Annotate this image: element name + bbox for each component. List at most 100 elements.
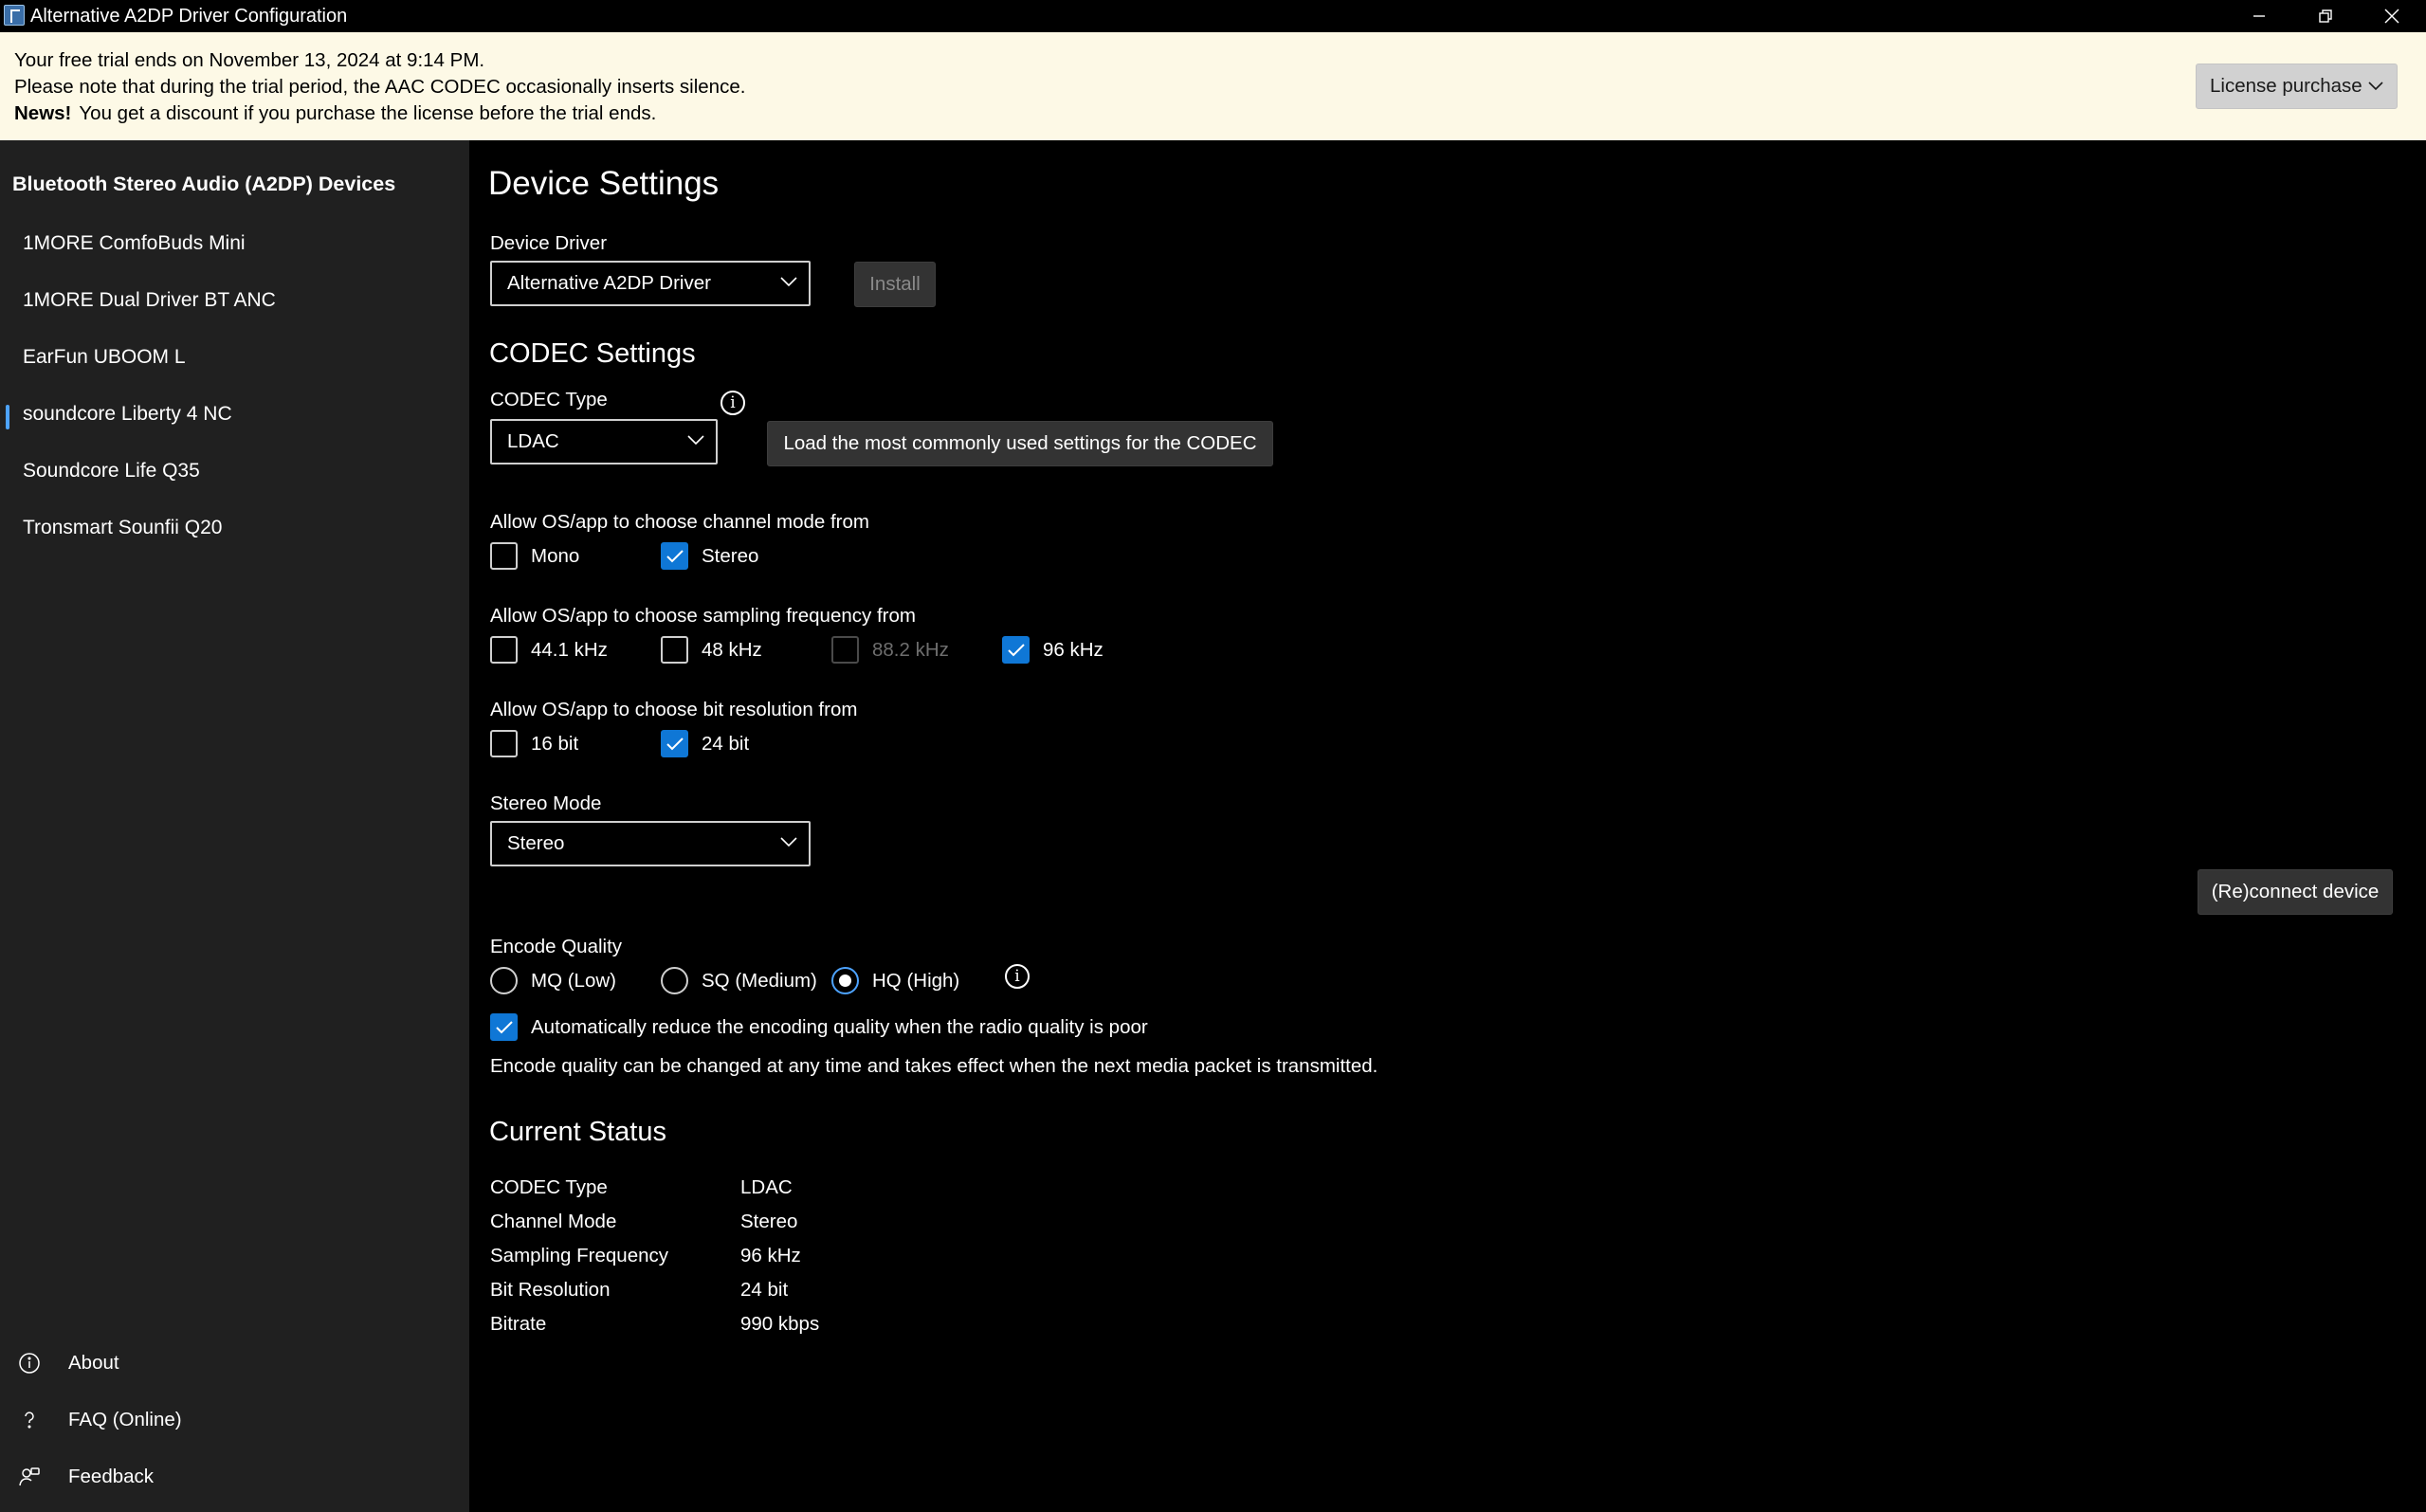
status-key-bitrate: Bitrate bbox=[490, 1313, 547, 1335]
minimize-button[interactable] bbox=[2226, 0, 2292, 32]
checkbox-box bbox=[661, 636, 688, 664]
checkmark-icon bbox=[1002, 636, 1030, 664]
chevron-down-icon bbox=[780, 837, 797, 847]
quality-sq-radio[interactable]: SQ (Medium) bbox=[661, 967, 817, 994]
encode-quality-note: Encode quality can be changed at any tim… bbox=[490, 1055, 1378, 1077]
freq-44-1-checkbox[interactable]: 44.1 kHz bbox=[490, 636, 608, 664]
status-value-codec: LDAC bbox=[740, 1176, 793, 1198]
window-title: Alternative A2DP Driver Configuration bbox=[30, 6, 348, 27]
status-key-codec: CODEC Type bbox=[490, 1176, 608, 1198]
device-item-life-q35[interactable]: Soundcore Life Q35 bbox=[0, 443, 469, 500]
bit-resolution-label: Allow OS/app to choose bit resolution fr… bbox=[490, 699, 858, 720]
close-icon bbox=[2384, 9, 2399, 24]
codec-type-label: CODEC Type bbox=[490, 389, 608, 410]
about-label: About bbox=[68, 1352, 119, 1374]
stereo-checkbox[interactable]: Stereo bbox=[661, 542, 758, 570]
license-purchase-button[interactable]: License purchase bbox=[2196, 64, 2398, 109]
stereo-mode-select[interactable]: Stereo bbox=[490, 821, 811, 866]
status-value-channel: Stereo bbox=[740, 1211, 798, 1232]
stereo-mode-value: Stereo bbox=[507, 832, 565, 854]
checkbox-box bbox=[490, 730, 518, 757]
close-button[interactable] bbox=[2359, 0, 2425, 32]
device-settings-title: Device Settings bbox=[488, 165, 720, 202]
radio-circle-selected bbox=[831, 967, 859, 994]
mono-label: Mono bbox=[531, 544, 580, 567]
codec-settings-title: CODEC Settings bbox=[489, 338, 696, 369]
quality-mq-label: MQ (Low) bbox=[531, 969, 616, 992]
install-button[interactable]: Install bbox=[854, 262, 936, 307]
channel-mode-label: Allow OS/app to choose channel mode from bbox=[490, 511, 869, 533]
status-value-bit-resolution: 24 bit bbox=[740, 1279, 789, 1301]
device-driver-select[interactable]: Alternative A2DP Driver bbox=[490, 261, 811, 306]
quality-hq-label: HQ (High) bbox=[872, 969, 960, 992]
restore-icon bbox=[2319, 9, 2332, 23]
device-item-liberty-4-nc[interactable]: soundcore Liberty 4 NC bbox=[0, 386, 469, 443]
freq-88-2-label: 88.2 kHz bbox=[872, 638, 949, 661]
quality-mq-radio[interactable]: MQ (Low) bbox=[490, 967, 616, 994]
chevron-down-icon bbox=[780, 277, 797, 287]
radio-circle bbox=[490, 967, 518, 994]
info-icon bbox=[17, 1351, 42, 1375]
trial-banner: Your free trial ends on November 13, 202… bbox=[0, 32, 2426, 140]
codec-info-icon[interactable]: i bbox=[721, 391, 745, 415]
restore-button[interactable] bbox=[2292, 0, 2359, 32]
device-driver-value: Alternative A2DP Driver bbox=[507, 272, 711, 294]
reconnect-device-button[interactable]: (Re)connect device bbox=[2198, 869, 2393, 915]
trial-end-text: Your free trial ends on November 13, 202… bbox=[14, 49, 485, 71]
device-item-dual-driver[interactable]: 1MORE Dual Driver BT ANC bbox=[0, 272, 469, 329]
freq-48-label: 48 kHz bbox=[702, 638, 762, 661]
load-codec-defaults-button[interactable]: Load the most commonly used settings for… bbox=[767, 421, 1273, 466]
auto-reduce-label: Automatically reduce the encoding qualit… bbox=[531, 1015, 1148, 1038]
device-label: Soundcore Life Q35 bbox=[23, 460, 200, 482]
status-value-bitrate: 990 kbps bbox=[740, 1313, 820, 1335]
minimize-icon bbox=[2253, 15, 2265, 17]
device-label: soundcore Liberty 4 NC bbox=[23, 403, 232, 425]
help-icon bbox=[17, 1408, 42, 1432]
freq-96-checkbox[interactable]: 96 kHz bbox=[1002, 636, 1104, 664]
freq-44-1-label: 44.1 kHz bbox=[531, 638, 608, 661]
bit-16-checkbox[interactable]: 16 bit bbox=[490, 730, 578, 757]
title-bar: Alternative A2DP Driver Configuration bbox=[0, 0, 2426, 32]
about-link[interactable]: About bbox=[0, 1335, 469, 1392]
auto-reduce-quality-checkbox[interactable]: Automatically reduce the encoding qualit… bbox=[490, 1013, 1148, 1041]
sampling-frequency-label: Allow OS/app to choose sampling frequenc… bbox=[490, 605, 916, 627]
device-driver-label: Device Driver bbox=[490, 232, 608, 254]
mono-checkbox[interactable]: Mono bbox=[490, 542, 579, 570]
freq-48-checkbox[interactable]: 48 kHz bbox=[661, 636, 762, 664]
encode-info-icon[interactable]: i bbox=[1005, 964, 1030, 989]
feedback-label: Feedback bbox=[68, 1466, 155, 1487]
bit-24-label: 24 bit bbox=[702, 732, 750, 755]
device-item-uboom-l[interactable]: EarFun UBOOM L bbox=[0, 329, 469, 386]
quality-hq-radio[interactable]: HQ (High) bbox=[831, 967, 959, 994]
current-status-title: Current Status bbox=[489, 1117, 666, 1147]
device-label: 1MORE ComfoBuds Mini bbox=[23, 232, 246, 254]
chevron-down-icon bbox=[2368, 82, 2383, 91]
encode-quality-label: Encode Quality bbox=[490, 936, 623, 957]
faq-label: FAQ (Online) bbox=[68, 1409, 182, 1430]
license-purchase-label: License purchase bbox=[2210, 75, 2362, 97]
chevron-down-icon bbox=[687, 435, 704, 446]
status-value-sampling: 96 kHz bbox=[740, 1245, 801, 1266]
quality-sq-label: SQ (Medium) bbox=[702, 969, 817, 992]
checkmark-icon bbox=[661, 730, 688, 757]
devices-heading: Bluetooth Stereo Audio (A2DP) Devices bbox=[12, 173, 396, 195]
sidebar: Bluetooth Stereo Audio (A2DP) Devices 1M… bbox=[0, 140, 469, 1512]
checkmark-icon bbox=[490, 1013, 518, 1041]
device-label: EarFun UBOOM L bbox=[23, 346, 186, 368]
device-item-sounfii-q20[interactable]: Tronsmart Sounfii Q20 bbox=[0, 500, 469, 556]
status-key-bit-resolution: Bit Resolution bbox=[490, 1279, 611, 1301]
checkbox-box bbox=[490, 636, 518, 664]
bit-24-checkbox[interactable]: 24 bit bbox=[661, 730, 749, 757]
faq-link[interactable]: FAQ (Online) bbox=[0, 1392, 469, 1448]
stereo-mode-label: Stereo Mode bbox=[490, 792, 602, 814]
freq-88-2-checkbox: 88.2 kHz bbox=[831, 636, 949, 664]
device-item-comfobuds-mini[interactable]: 1MORE ComfoBuds Mini bbox=[0, 215, 469, 272]
main-panel: Device Settings Device Driver Alternativ… bbox=[469, 140, 2426, 1512]
news-text: You get a discount if you purchase the l… bbox=[79, 102, 657, 124]
codec-type-select[interactable]: LDAC bbox=[490, 419, 718, 465]
checkbox-box bbox=[490, 542, 518, 570]
stereo-label: Stereo bbox=[702, 544, 759, 567]
status-key-sampling: Sampling Frequency bbox=[490, 1245, 669, 1266]
status-key-channel: Channel Mode bbox=[490, 1211, 617, 1232]
feedback-link[interactable]: Feedback bbox=[0, 1448, 469, 1505]
